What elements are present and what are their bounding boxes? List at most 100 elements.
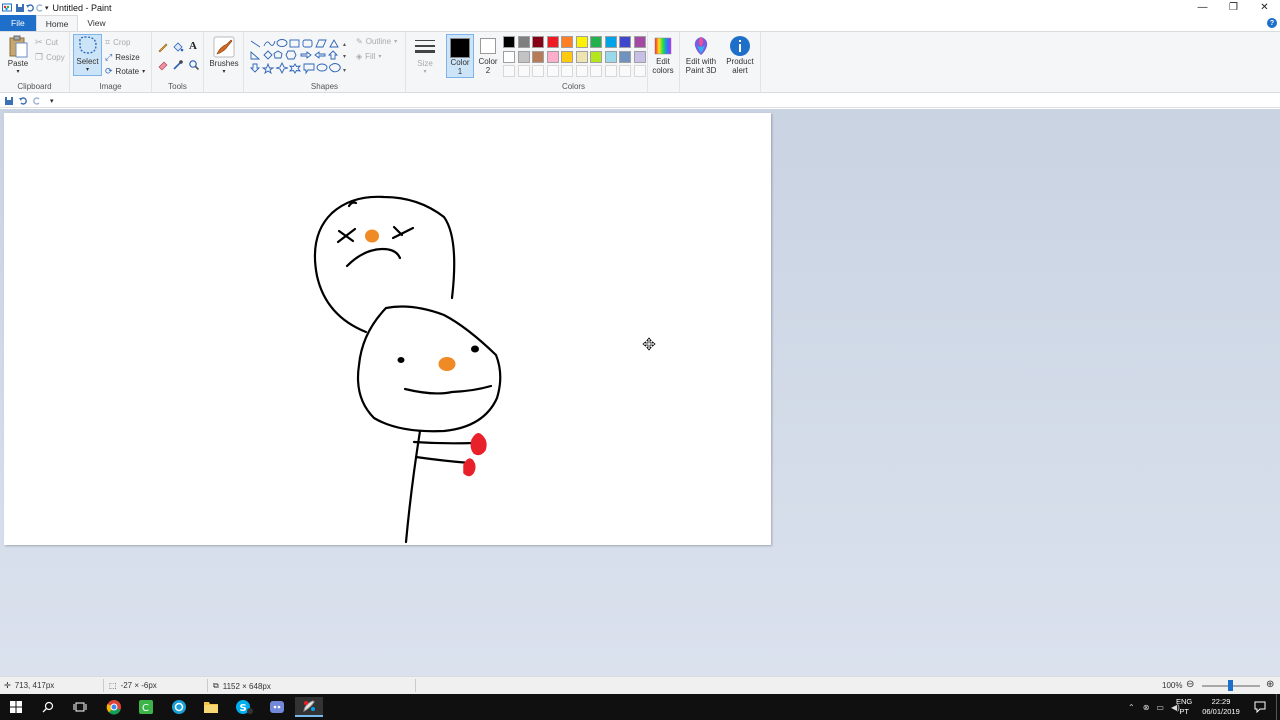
close-button[interactable]: ✕ (1249, 0, 1280, 15)
paint-taskbar-icon[interactable] (295, 697, 323, 717)
battery-icon[interactable]: ▭ (1156, 703, 1164, 712)
chrome-icon[interactable] (100, 697, 128, 717)
language-indicator[interactable]: ENG PT (1176, 697, 1192, 717)
edit-colors-button[interactable]: Edit colors (650, 35, 676, 75)
magnifier-icon[interactable] (188, 59, 200, 71)
save-icon[interactable] (4, 96, 14, 106)
crop-button[interactable]: ⌗ Crop (105, 37, 130, 48)
resize-icon: ⤢ (105, 52, 113, 62)
cursor-position: ✛ 713, 417px (4, 681, 54, 690)
file-explorer-icon[interactable] (197, 697, 225, 717)
color-picker-icon[interactable] (172, 59, 184, 71)
rotate-button[interactable]: ⟳ Rotate ▾ (105, 66, 145, 77)
save-icon[interactable] (15, 3, 25, 13)
tab-home[interactable]: Home (35, 15, 79, 31)
zoom-in-icon[interactable]: ⊕ (1266, 679, 1274, 690)
color2-label-line2: 2 (485, 66, 491, 75)
color2-button[interactable]: Color 2 (476, 38, 500, 75)
window-controls: — ❐ ✕ (1187, 0, 1280, 15)
workspace (0, 109, 1280, 676)
fill-bucket-icon[interactable] (172, 41, 184, 53)
palette-swatch[interactable] (575, 50, 588, 63)
svg-text:▾: ▾ (343, 54, 346, 60)
palette-swatch[interactable] (561, 50, 573, 63)
undo-icon[interactable] (25, 3, 35, 13)
zoom-out-icon[interactable]: ⊖ (1186, 679, 1194, 690)
palette-swatch[interactable] (633, 36, 646, 48)
palette-swatch[interactable] (503, 36, 515, 48)
palette-swatch[interactable] (532, 50, 544, 63)
paste-button[interactable]: Paste ▾ (5, 35, 31, 77)
network-icon[interactable]: ⊗ (1143, 703, 1150, 712)
eraser-icon[interactable] (157, 59, 169, 71)
drawing-canvas[interactable] (4, 113, 771, 545)
fill-dropdown[interactable]: ◈ Fill ▾ (356, 52, 381, 61)
tab-file[interactable]: File (0, 15, 36, 31)
redo-icon[interactable] (32, 96, 42, 106)
help-icon[interactable]: ? (1267, 18, 1277, 28)
text-tool-icon[interactable]: A (189, 40, 197, 52)
resize-button[interactable]: ⤢ Resize (105, 52, 140, 63)
palette-swatch[interactable] (604, 50, 617, 63)
palette-swatch[interactable] (546, 36, 559, 48)
tray-overflow-icon[interactable]: ⌃ (1128, 703, 1135, 712)
windows-start-icon[interactable] (2, 697, 30, 717)
palette-swatch[interactable] (517, 36, 530, 48)
task-view-icon[interactable] (66, 697, 94, 717)
pencil-icon[interactable] (157, 41, 169, 53)
skype-icon[interactable]: S (230, 697, 258, 717)
custom-color-slot[interactable] (604, 65, 617, 77)
palette-swatch[interactable] (503, 50, 515, 63)
palette-swatch[interactable] (590, 50, 602, 63)
shapes-gallery[interactable]: ▴ ▾ ▾ (249, 37, 347, 77)
custom-color-slot[interactable] (590, 65, 602, 77)
palette-swatch[interactable] (517, 50, 530, 63)
palette-swatch[interactable] (561, 36, 573, 48)
tab-view[interactable]: View (78, 15, 114, 31)
clock[interactable]: 22:29 06/01/2019 (1199, 697, 1243, 717)
search-icon[interactable] (34, 697, 62, 717)
minimize-button[interactable]: — (1187, 0, 1218, 15)
custom-color-slot[interactable] (575, 65, 588, 77)
size-button[interactable]: Size ▾ (411, 35, 439, 77)
cortana-app-icon[interactable] (165, 697, 193, 717)
maximize-button[interactable]: ❐ (1218, 0, 1249, 15)
custom-color-slot[interactable] (503, 65, 515, 77)
copy-button[interactable]: ❐ Copy (35, 52, 65, 63)
product-alert-line1: Product (726, 57, 754, 66)
palette-swatch[interactable] (619, 36, 631, 48)
customize-qa-icon[interactable]: ▾ (45, 4, 49, 12)
cut-button[interactable]: ✂ Cut (35, 37, 58, 48)
outline-dropdown[interactable]: ✎ Outline ▾ (356, 37, 397, 46)
undo-icon[interactable] (18, 96, 28, 106)
color1-swatch (450, 38, 470, 58)
select-button[interactable]: Select ▾ (73, 34, 102, 76)
custom-color-slot[interactable] (561, 65, 573, 77)
notification-center-icon[interactable] (1250, 697, 1270, 717)
custom-color-slot[interactable] (633, 65, 646, 77)
product-alert-button[interactable]: Product alert (723, 35, 757, 75)
palette-swatch[interactable] (604, 36, 617, 48)
redo-icon[interactable] (35, 3, 45, 13)
customize-qa-icon[interactable]: ▾ (50, 97, 54, 105)
palette-swatch[interactable] (590, 36, 602, 48)
crop-icon: ⌗ (105, 37, 111, 47)
custom-color-slot[interactable] (619, 65, 631, 77)
zoom-slider-thumb[interactable] (1228, 680, 1233, 691)
brushes-button[interactable]: Brushes ▾ (209, 35, 239, 77)
show-desktop-button[interactable] (1276, 694, 1280, 720)
size-label: Size (417, 59, 433, 68)
palette-swatch[interactable] (633, 50, 646, 63)
custom-color-slot[interactable] (546, 65, 559, 77)
palette-swatch[interactable] (532, 36, 544, 48)
color1-button[interactable]: Color 1 (446, 34, 474, 78)
ribbon: Paste ▾ ✂ Cut ❐ Copy Clipboard Select ▾ … (0, 31, 1280, 93)
custom-color-slot[interactable] (532, 65, 544, 77)
discord-icon[interactable] (263, 697, 291, 717)
palette-swatch[interactable] (546, 50, 559, 63)
camtasia-icon[interactable]: C (132, 697, 160, 717)
custom-color-slot[interactable] (517, 65, 530, 77)
palette-swatch[interactable] (619, 50, 631, 63)
edit-with-paint3d-button[interactable]: Edit with Paint 3D (682, 35, 720, 75)
palette-swatch[interactable] (575, 36, 588, 48)
